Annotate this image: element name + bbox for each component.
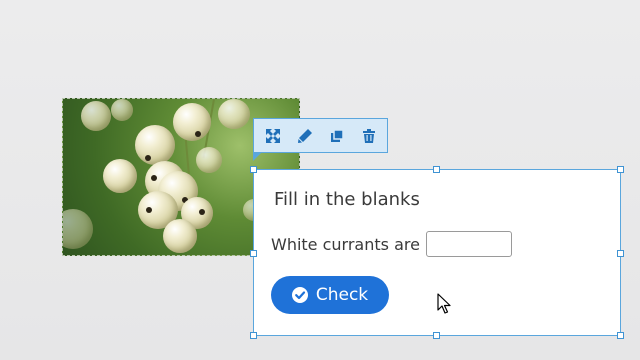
resize-handle-top-right[interactable] (617, 166, 624, 173)
resize-handle-left[interactable] (250, 250, 257, 257)
element-toolbar (253, 118, 388, 161)
resize-handle-bottom-right[interactable] (617, 332, 624, 339)
image-berry (103, 159, 137, 193)
resize-handle-right[interactable] (617, 250, 624, 257)
question-title: Fill in the blanks (274, 189, 420, 210)
check-label: Check (315, 285, 369, 305)
resize-handle-bottom-left[interactable] (250, 332, 257, 339)
check-circle-icon (291, 287, 308, 303)
question-sentence: White currants are (271, 231, 512, 257)
image-berry (163, 219, 197, 253)
image-berry (218, 99, 250, 129)
image-berry (196, 147, 222, 173)
check-button[interactable]: Check (271, 276, 389, 314)
image-berry (173, 103, 211, 141)
expand-icon[interactable] (262, 125, 284, 147)
image-berry (135, 125, 175, 165)
resize-handle-bottom[interactable] (433, 332, 440, 339)
trash-icon[interactable] (358, 125, 380, 147)
mouse-pointer-icon (437, 293, 451, 314)
duplicate-icon[interactable] (326, 125, 348, 147)
resize-handle-top[interactable] (433, 166, 440, 173)
image-berry (111, 99, 133, 121)
pencil-icon[interactable] (294, 125, 316, 147)
sentence-prefix: White currants are (271, 234, 420, 254)
resize-handle-top-left[interactable] (250, 166, 257, 173)
blank-answer-input[interactable] (425, 231, 512, 257)
image-berry (63, 209, 93, 249)
image-berry (81, 101, 111, 131)
